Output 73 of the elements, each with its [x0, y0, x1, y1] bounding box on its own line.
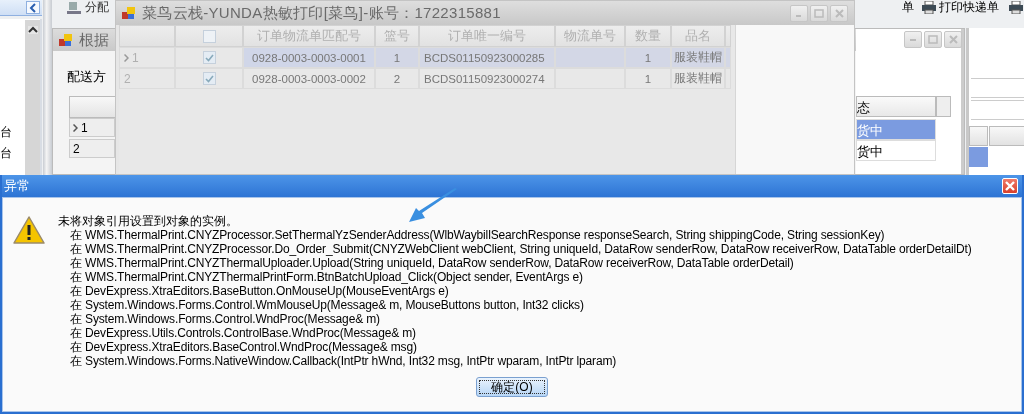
- maximize-button[interactable]: [810, 4, 828, 22]
- table-cell: 1: [625, 68, 671, 89]
- stack-trace-line: 在 System.Windows.Forms.NativeWindow.Callback(IntPtr hWnd, Int32 msg, IntPtr wparam, IntPtr lparam): [69, 354, 618, 368]
- close-icon: [1005, 181, 1015, 191]
- chevron-left-icon: [29, 2, 37, 13]
- toolbar-button[interactable]: 分配: [64, 0, 111, 15]
- stack-trace-line: 在 WMS.ThermalPrint.CNYZProcessor.Do_Order_Submit(CNYZWebClient webClient, String uniqueId, DataRow senderRow, DataRow receiverRow, DataTable orderDetailDt): [69, 242, 972, 256]
- warning-icon: [13, 216, 45, 244]
- print-button[interactable]: 打印快递单: [920, 0, 1001, 15]
- table-cell: BCDS01150923000274: [419, 68, 555, 89]
- table-cell: 1: [625, 47, 671, 68]
- table-cell: [969, 147, 988, 167]
- table-cell: 货中: [856, 119, 936, 140]
- input-field[interactable]: [971, 78, 1024, 98]
- panel-item: 台: [0, 124, 12, 141]
- maximize-icon: [814, 8, 824, 18]
- column-header[interactable]: [175, 25, 243, 47]
- row-indicator-icon: [73, 124, 78, 132]
- table-cell: 服装鞋帽: [671, 68, 725, 89]
- checkbox[interactable]: [202, 51, 216, 64]
- collapse-button[interactable]: [26, 1, 40, 14]
- checkbox[interactable]: [202, 72, 216, 85]
- table-cell: 服装鞋帽: [671, 47, 725, 68]
- field-label: 配送方: [67, 68, 106, 86]
- panel-item: 台: [0, 145, 12, 162]
- stamp-icon: [66, 0, 82, 15]
- minimize-button[interactable]: [904, 31, 922, 48]
- checkbox[interactable]: [202, 29, 216, 43]
- column-header[interactable]: [969, 126, 988, 146]
- close-icon: [834, 8, 844, 18]
- table-cell: 0928-0003-0003-0002: [243, 68, 375, 89]
- toolbar-label[interactable]: 单: [900, 0, 916, 15]
- chevron-up-icon: [27, 26, 38, 34]
- stack-trace-line: 在 WMS.ThermalPrint.CNYZProcessor.SetThermalYzSenderAddress(WlbWaybillSearchResponse responseSearch, String shippingCode, String sessionKey): [69, 228, 886, 242]
- window-title: 菜鸟云栈-YUNDA热敏打印[菜鸟]-账号：1722315881: [142, 3, 501, 23]
- printer-icon[interactable]: [1009, 1, 1023, 14]
- row-header[interactable]: 2: [119, 68, 175, 89]
- maximize-icon: [928, 35, 938, 44]
- stack-trace-line: 在 WMS.ThermalPrint.CNYZThermalPrintForm.BtnBatchUpload_Click(Object sender, EventArgs e): [69, 270, 584, 284]
- column-header[interactable]: [989, 126, 1024, 146]
- minimize-icon: [910, 38, 916, 41]
- column-header[interactable]: [119, 25, 175, 47]
- app-icon: [59, 33, 73, 47]
- close-icon: [948, 35, 958, 44]
- stack-trace-line: 在 System.Windows.Forms.Control.WndProc(Message& m): [69, 312, 381, 326]
- row-header[interactable]: 2: [69, 139, 115, 158]
- scrollbar[interactable]: [25, 20, 40, 175]
- stack-trace-line: 在 DevExpress.Utils.Controls.ControlBase.WndProc(Message& m): [69, 326, 417, 340]
- minimize-button[interactable]: [790, 4, 808, 22]
- window-title: 根据: [79, 30, 109, 50]
- input-field[interactable]: [971, 100, 1024, 120]
- error-message: 未将对象引用设置到对象的实例。: [58, 214, 239, 228]
- ok-button[interactable]: 确定(O): [476, 377, 548, 397]
- table-cell: 货中: [856, 140, 936, 161]
- stack-trace-line: 在 DevExpress.XtraEditors.BaseButton.OnMouseUp(MouseEventArgs e): [69, 284, 450, 298]
- dialog-title: 异常: [4, 177, 30, 195]
- app-icon: [122, 6, 136, 20]
- stack-trace-line: 在 WMS.ThermalPrint.CNYZThermalUploader.Upload(String uniqueId, DataRow senderRow, DataRow receiverRow, DataTable orderDetail): [69, 256, 795, 270]
- stack-trace-line: 在 DevExpress.XtraEditors.BaseControl.WndProc(Message& msg): [69, 340, 418, 354]
- table-cell: 2: [375, 68, 419, 89]
- row-header[interactable]: 1: [69, 118, 115, 137]
- maximize-button[interactable]: [924, 31, 942, 48]
- column-header[interactable]: [725, 25, 731, 47]
- row-header[interactable]: 1: [119, 47, 175, 68]
- printer-icon: [922, 1, 936, 14]
- table-cell: 1: [375, 47, 419, 68]
- stack-trace-line: 在 System.Windows.Forms.Control.WmMouseUp(Message& m, MouseButtons button, Int32 clicks): [69, 298, 585, 312]
- table-cell: BCDS01150923000285: [419, 47, 555, 68]
- table-cell: 0928-0003-0003-0001: [243, 47, 375, 68]
- row-indicator-icon: [124, 53, 129, 62]
- column-header[interactable]: [936, 96, 951, 117]
- column-header[interactable]: 态: [856, 96, 936, 117]
- arrow-icon: [408, 188, 458, 224]
